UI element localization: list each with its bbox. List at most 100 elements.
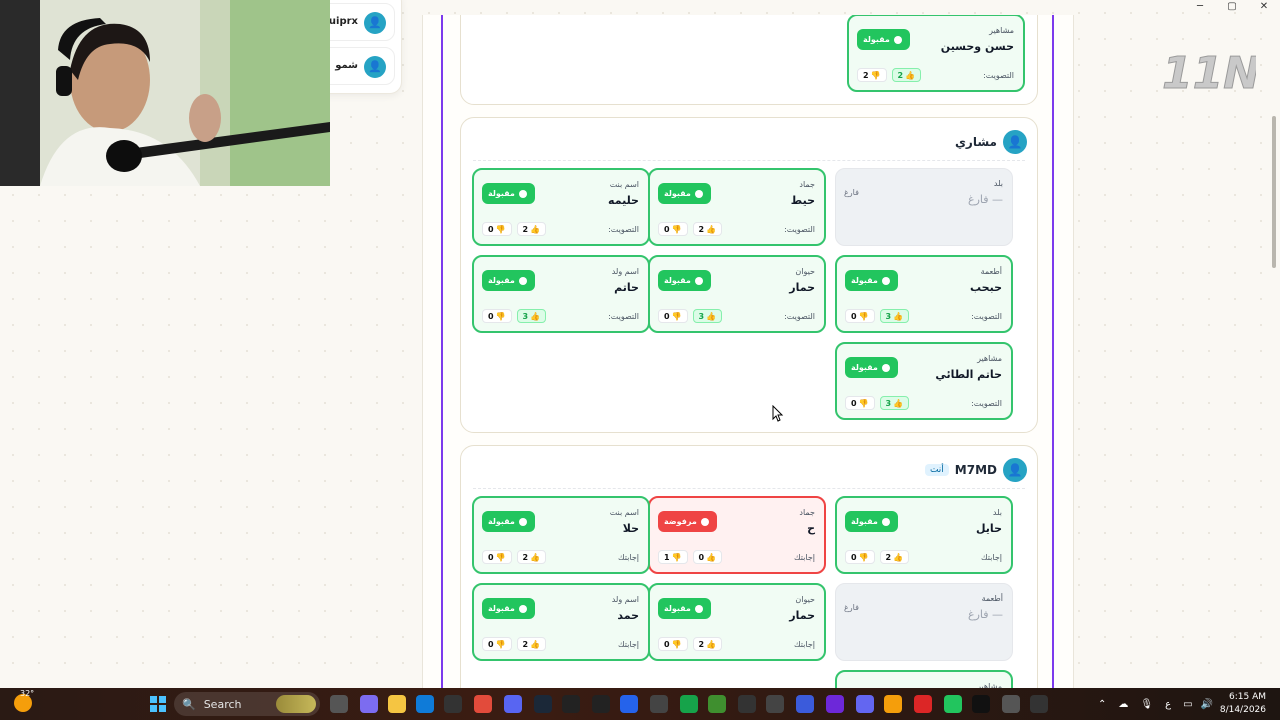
vote-label: إجابتك [618,640,639,649]
app-icon[interactable] [914,695,932,713]
vote-down-button[interactable]: 0 👎 [482,550,512,564]
app-icon[interactable] [562,695,580,713]
file-explorer-icon[interactable] [388,695,406,713]
status-badge: مقبولة [658,270,711,291]
status-dot-icon [881,276,890,285]
clock[interactable]: 6:15 AM 8/14/2026 [1220,691,1266,717]
vote-up-button[interactable]: 3 👍 [516,309,547,323]
settings-icon[interactable] [1002,695,1020,713]
chrome-icon[interactable] [474,695,492,713]
status-dot-icon [518,276,527,285]
mouse-cursor-icon [772,405,784,422]
vote-up-button[interactable]: 3 👍 [879,309,910,323]
volume-icon[interactable]: 🔊 [1201,699,1213,710]
vote-down-button[interactable]: 1 👎 [658,550,688,564]
store-icon[interactable] [444,695,462,713]
whatsapp-icon[interactable] [944,695,962,713]
category-label: مشاهير [989,26,1014,35]
category-label: حيوان [795,267,815,276]
thumbs-up-icon: 👍 [530,639,541,649]
thumbs-down-icon: 👎 [671,311,682,321]
category-label: اسم ولد [611,595,639,604]
thumbs-up-icon: 👍 [905,70,916,80]
vote-up-button[interactable]: 3 👍 [879,396,910,410]
app-icon[interactable] [766,695,784,713]
app-icon[interactable] [620,695,638,713]
vote-down-button[interactable]: 2 👎 [857,68,887,82]
thumbs-up-icon: 👍 [706,311,717,321]
chevron-up-icon[interactable]: ⌃ [1098,699,1106,710]
obs-icon[interactable] [650,695,668,713]
microphone-icon[interactable]: 🎙 [1140,699,1153,710]
vote-down-button[interactable]: 0 👎 [482,637,512,651]
discord-icon[interactable] [504,695,522,713]
answer-card: جماد ح مرفوضة إجابتك 1 👎 0 👍 [648,496,826,574]
thumbs-up-icon: 👍 [893,552,904,562]
thumbs-down-icon: 👎 [858,398,869,408]
edge-icon[interactable] [416,695,434,713]
taskbar-search[interactable]: 🔍 Search [174,692,320,716]
vote-up-button[interactable]: 2 👍 [516,222,547,236]
thumbs-down-icon: 👎 [671,639,682,649]
vote-down-button[interactable]: 0 👎 [482,222,512,236]
app-icon[interactable] [592,695,610,713]
app-icon[interactable] [796,695,814,713]
vote-up-button[interactable]: 2 👍 [692,222,723,236]
answer-word: حبحب [970,281,1002,294]
vote-down-button[interactable]: 0 👎 [845,550,875,564]
capcut-icon[interactable] [972,695,990,713]
player-name: uiprx [328,16,358,27]
thumbs-up-icon: 👍 [706,639,717,649]
task-view-icon[interactable] [330,695,348,713]
status-badge: مقبولة [482,511,535,532]
category-label: جماد [799,508,815,517]
answer-card: جماد حيط مقبولة التصويت: 0 👎 2 👍 [648,168,826,246]
epic-icon[interactable] [1030,695,1048,713]
answer-card: أطعمة حبحب مقبولة التصويت: 0 👎 3 👍 [835,255,1013,333]
page-scrollbar[interactable] [1272,116,1276,268]
vote-down-button[interactable]: 0 👎 [482,309,512,323]
minimize-button[interactable]: ─ [1184,0,1216,14]
app-icon[interactable] [826,695,844,713]
vote-up-button[interactable]: 2 👍 [891,68,922,82]
vote-up-button[interactable]: 2 👍 [879,550,910,564]
copilot-icon[interactable] [360,695,378,713]
answer-word: ح [807,522,815,535]
minecraft-icon[interactable] [708,695,726,713]
status-dot-icon [694,189,703,198]
language-indicator[interactable]: ع [1165,699,1171,710]
vote-label: إجابتك [981,553,1002,562]
xbox-icon[interactable] [680,695,698,713]
app-icon[interactable] [884,695,902,713]
thumbs-down-icon: 👎 [858,552,869,562]
start-button[interactable] [150,696,166,712]
vote-down-button[interactable]: 0 👎 [658,637,688,651]
category-label: أطعمة [980,267,1002,276]
taskbar: 32° 🔍 Search ⌃ ☁ 🎙 ع ▭ 🔊 6:15 AM 8/14/20… [0,688,1280,720]
vote-down-button[interactable]: 0 👎 [658,222,688,236]
vote-up-button[interactable]: 2 👍 [516,637,547,651]
thumbs-down-icon: 👎 [495,224,506,234]
close-button[interactable]: ✕ [1248,0,1280,14]
vote-up-button[interactable]: 3 👍 [692,309,723,323]
clock-time: 6:15 AM [1229,692,1266,702]
vote-down-button[interactable]: 0 👎 [845,396,875,410]
vote-down-button[interactable]: 0 👎 [658,309,688,323]
thumbs-up-icon: 👍 [706,224,717,234]
vote-up-button[interactable]: 0 👍 [692,550,723,564]
maximize-button[interactable]: ▢ [1216,0,1248,14]
vote-up-button[interactable]: 2 👍 [692,637,723,651]
answer-card: حيوان حمار مقبولة إجابتك 0 👎 2 👍 [648,583,826,661]
status-dot-icon [694,604,703,613]
vote-up-button[interactable]: 2 👍 [516,550,547,564]
steam-icon[interactable] [534,695,552,713]
user-icon: 👤 [1003,130,1027,154]
monitor-icon[interactable]: ▭ [1183,699,1192,710]
vote-down-button[interactable]: 0 👎 [845,309,875,323]
app-icon[interactable] [856,695,874,713]
thumbs-up-icon: 👍 [893,398,904,408]
network-icon[interactable]: ☁ [1118,699,1128,710]
empty-tag: فارغ [844,188,859,197]
app-icon[interactable] [738,695,756,713]
status-badge: مقبولة [658,183,711,204]
